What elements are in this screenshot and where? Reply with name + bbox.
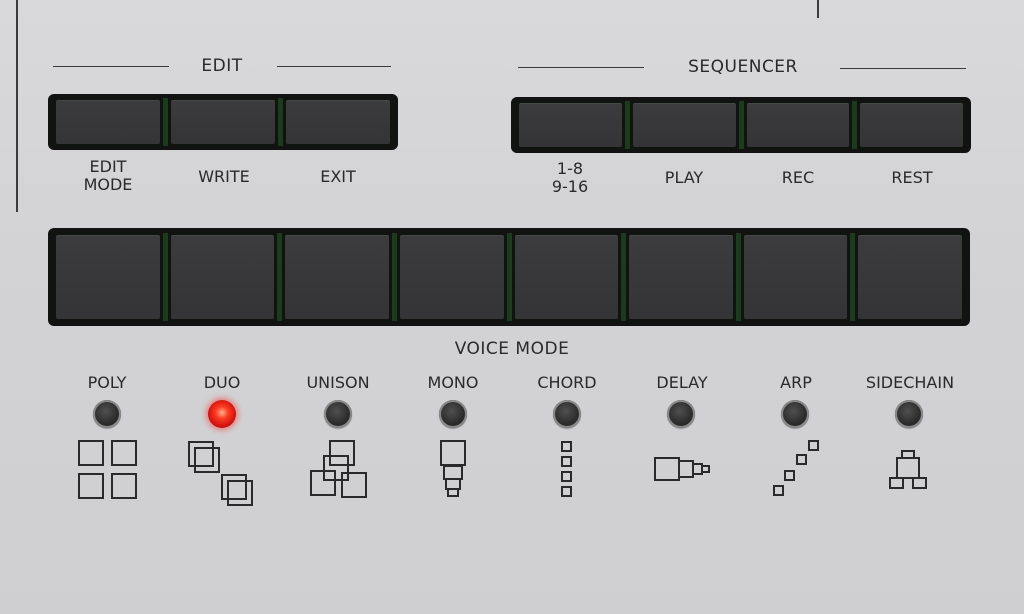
page-select-label: 1-8 9-16	[551, 159, 589, 196]
led-unison	[324, 400, 352, 428]
play-label: PLAY	[664, 168, 704, 187]
voice-mode-button-tray	[48, 228, 970, 326]
voice-mode-button-poly[interactable]	[56, 235, 160, 319]
led-mono	[439, 400, 467, 428]
edit-button-tray	[48, 94, 398, 150]
exit-label: EXIT	[320, 167, 356, 186]
led-delay	[667, 400, 695, 428]
rest-button[interactable]	[860, 103, 963, 147]
led-poly	[93, 400, 121, 428]
led-sidechain	[895, 400, 923, 428]
edit-mode-button[interactable]	[56, 100, 160, 144]
voice-mode-button-unison[interactable]	[285, 235, 389, 319]
voice-mode-button-delay[interactable]	[629, 235, 733, 319]
delay-icon	[654, 457, 710, 481]
led-arp	[781, 400, 809, 428]
voice-mode-label-delay: DELAY	[656, 373, 708, 392]
voice-mode-label-unison: UNISON	[306, 373, 370, 392]
panel-divider-top	[817, 0, 819, 18]
rec-label: REC	[781, 168, 815, 187]
voice-mode-label-mono: MONO	[427, 373, 479, 392]
voice-mode-label-chord: CHORD	[537, 373, 597, 392]
voice-mode-title: VOICE MODE	[454, 339, 570, 359]
voice-mode-button-arp[interactable]	[743, 235, 848, 319]
poly-icon	[78, 440, 137, 499]
exit-button[interactable]	[286, 100, 390, 144]
voice-mode-button-mono[interactable]	[399, 235, 504, 319]
page-1-8-9-16-button[interactable]	[519, 103, 622, 147]
voice-mode-button-sidechain[interactable]	[858, 235, 962, 319]
voice-mode-button-duo[interactable]	[170, 235, 275, 319]
duo-icon	[188, 441, 253, 506]
sequencer-section-title: SEQUENCER	[688, 57, 798, 77]
sequencer-button-tray	[511, 97, 971, 153]
play-button[interactable]	[632, 103, 736, 147]
sequencer-rule-right	[840, 68, 966, 69]
voice-mode-label-poly: POLY	[87, 373, 127, 392]
sequencer-rule-left	[518, 67, 644, 68]
edit-rule-right	[277, 66, 391, 67]
chord-icon	[561, 441, 572, 497]
voice-mode-button-chord[interactable]	[514, 235, 619, 319]
panel-divider-left	[16, 0, 18, 212]
edit-section-title: EDIT	[201, 56, 243, 76]
led-chord	[553, 400, 581, 428]
unison-icon	[310, 440, 367, 498]
rec-button[interactable]	[746, 103, 850, 147]
rest-label: REST	[891, 168, 933, 187]
led-duo	[208, 400, 236, 428]
write-button[interactable]	[171, 100, 275, 144]
write-label: WRITE	[198, 167, 250, 186]
voice-mode-label-arp: ARP	[780, 373, 812, 392]
arp-icon	[773, 440, 819, 496]
edit-mode-label: EDIT MODE	[83, 157, 133, 194]
voice-mode-label-duo: DUO	[203, 373, 241, 392]
sidechain-icon	[889, 450, 927, 489]
edit-rule-left	[53, 66, 169, 67]
mono-icon	[440, 440, 466, 497]
voice-mode-label-sidechain: SIDECHAIN	[865, 373, 955, 392]
